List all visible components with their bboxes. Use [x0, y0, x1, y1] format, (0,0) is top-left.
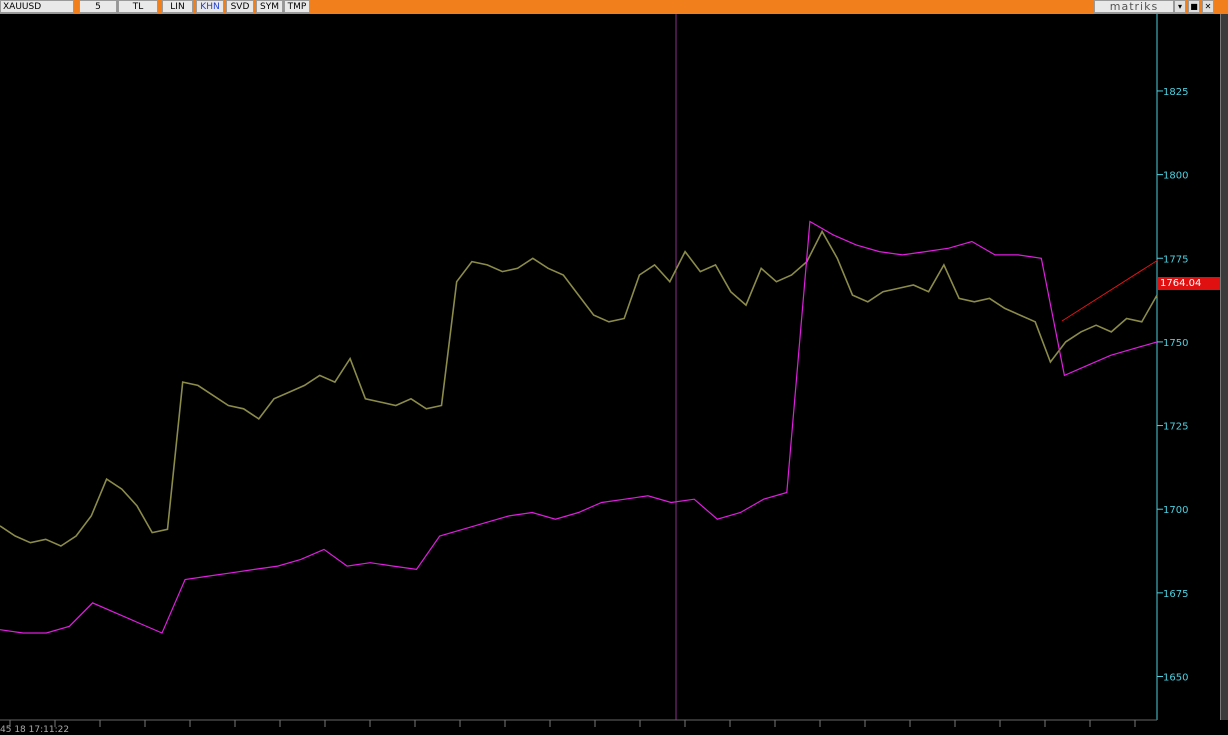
y-axis: 1825 1800 1775 1750 1725 1700 1675 1650 — [1157, 87, 1188, 684]
sym-button[interactable]: SYM — [256, 0, 283, 13]
khn-button[interactable]: KHN — [196, 0, 224, 13]
y-tick-label: 1700 — [1163, 505, 1188, 516]
current-price-badge: 1764.04 — [1158, 277, 1220, 290]
interval-field[interactable]: 5 — [79, 0, 117, 13]
series-group — [0, 220, 1158, 634]
tl-button[interactable]: TL — [118, 0, 158, 13]
symbol-field[interactable]: XAUUSD — [0, 0, 74, 13]
time-axis — [0, 719, 1157, 727]
price-series-line — [0, 229, 1158, 547]
y-tick-label: 1675 — [1163, 589, 1188, 600]
overlay-series-line — [0, 220, 1158, 634]
tmp-button[interactable]: TMP — [284, 0, 310, 13]
y-tick-label: 1650 — [1163, 673, 1188, 684]
lin-button[interactable]: LIN — [162, 0, 193, 13]
y-tick-label: 1800 — [1163, 171, 1188, 182]
dropdown-icon[interactable]: ▾ — [1174, 0, 1186, 13]
trend-line[interactable] — [1061, 259, 1159, 322]
brand-logo: matriks — [1094, 0, 1174, 13]
time-readout: 45 18 17:11:22 — [0, 725, 70, 735]
y-tick-label: 1775 — [1163, 254, 1188, 265]
y-tick-label: 1725 — [1163, 422, 1188, 433]
close-icon[interactable]: ✕ — [1202, 0, 1214, 13]
svd-button[interactable]: SVD — [226, 0, 254, 13]
vertical-scrollbar[interactable] — [1220, 14, 1228, 720]
chart-toolbar: XAUUSD 5 TL LIN KHN SVD SYM TMP matriks … — [0, 0, 1228, 14]
y-tick-label: 1750 — [1163, 338, 1188, 349]
y-tick-label: 1825 — [1163, 87, 1188, 98]
maximize-icon[interactable]: ■ — [1188, 0, 1200, 13]
price-chart[interactable]: 1825 1800 1775 1750 1725 1700 1675 1650 — [0, 14, 1228, 735]
